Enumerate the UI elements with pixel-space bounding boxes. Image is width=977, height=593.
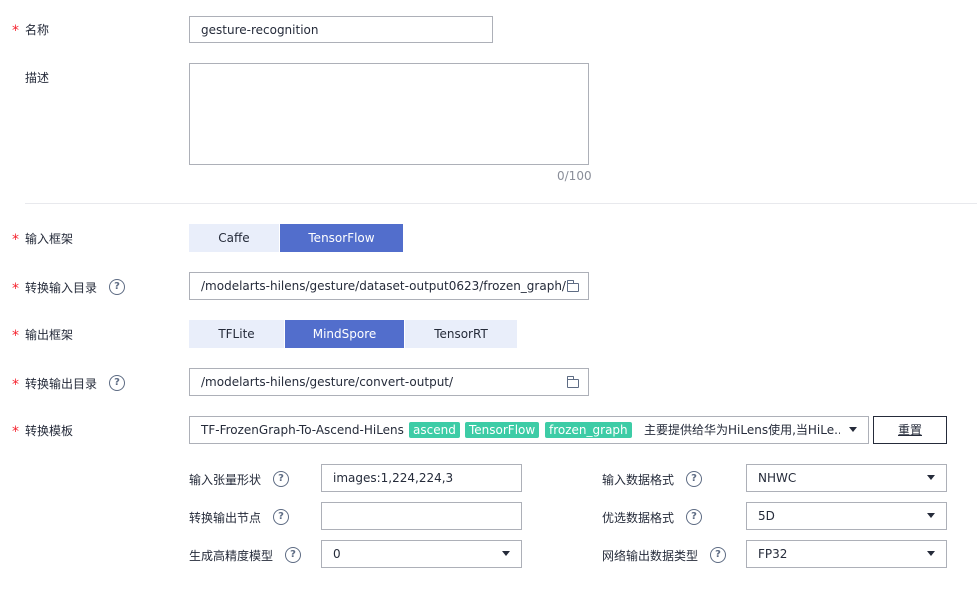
input-dir-field[interactable]: /modelarts-hilens/gesture/dataset-output… — [189, 272, 589, 300]
required-mark: * — [12, 232, 19, 248]
folder-icon[interactable] — [567, 280, 579, 292]
help-icon[interactable]: ? — [273, 509, 289, 525]
chevron-down-icon[interactable] — [502, 551, 510, 556]
input-framework-option-tensorflow[interactable]: TensorFlow — [280, 224, 403, 252]
template-label: 转换模板 — [25, 424, 74, 438]
high-precision-label: 生成高精度模型 — [189, 549, 274, 563]
help-icon[interactable]: ? — [686, 509, 702, 525]
reset-button-label: 重置 — [897, 423, 922, 437]
help-icon[interactable]: ? — [109, 279, 125, 295]
output-dir-field[interactable]: /modelarts-hilens/gesture/convert-output… — [189, 368, 589, 396]
template-description: 主要提供给华为HiLens使用,当HiLe... — [644, 423, 840, 437]
chevron-down-icon[interactable] — [927, 513, 935, 518]
section-divider — [25, 203, 977, 204]
input-format-label: 输入数据格式 — [602, 473, 675, 487]
input-framework-option-caffe[interactable]: Caffe — [189, 224, 279, 252]
reset-button[interactable]: 重置 — [873, 416, 947, 444]
output-framework-option-tensorrt[interactable]: TensorRT — [405, 320, 517, 348]
help-icon[interactable]: ? — [273, 471, 289, 487]
name-label: 名称 — [25, 23, 50, 37]
input-dir-label: 转换输入目录 — [25, 281, 98, 295]
input-framework-label: 输入框架 — [25, 232, 74, 246]
template-tag-ascend: ascend — [409, 422, 460, 438]
chevron-down-icon[interactable] — [927, 475, 935, 480]
description-label: 描述 — [25, 71, 50, 85]
chevron-down-icon[interactable] — [927, 551, 935, 556]
input-format-select[interactable]: NHWC — [746, 464, 947, 492]
output-framework-label: 输出框架 — [25, 328, 74, 342]
chevron-down-icon[interactable] — [849, 427, 857, 432]
help-icon[interactable]: ? — [710, 547, 726, 563]
help-icon[interactable]: ? — [285, 547, 301, 563]
preferred-format-label: 优选数据格式 — [602, 511, 675, 525]
output-framework-option-mindspore[interactable]: MindSpore — [285, 320, 404, 348]
tensor-shape-label: 输入张量形状 — [189, 473, 262, 487]
net-output-type-select[interactable]: FP32 — [746, 540, 947, 568]
help-icon[interactable]: ? — [109, 375, 125, 391]
help-icon[interactable]: ? — [686, 471, 702, 487]
tensor-shape-input[interactable]: images:1,224,224,3 — [321, 464, 522, 492]
required-mark: * — [12, 328, 19, 344]
required-mark: * — [12, 281, 19, 297]
folder-icon[interactable] — [567, 376, 579, 388]
output-framework-option-tflite[interactable]: TFLite — [189, 320, 284, 348]
net-output-type-label: 网络输出数据类型 — [602, 549, 699, 563]
description-char-count: 0/100 — [557, 169, 592, 183]
required-mark: * — [12, 424, 19, 440]
name-input[interactable]: gesture-recognition — [189, 16, 493, 43]
template-tag-frozen-graph: frozen_graph — [545, 422, 632, 438]
output-node-input[interactable] — [321, 502, 522, 530]
template-tag-tensorflow: TensorFlow — [465, 422, 540, 438]
preferred-format-select[interactable]: 5D — [746, 502, 947, 530]
template-name: TF-FrozenGraph-To-Ascend-HiLens — [201, 423, 404, 437]
output-dir-label: 转换输出目录 — [25, 377, 98, 391]
high-precision-select[interactable]: 0 — [321, 540, 522, 568]
required-mark: * — [12, 377, 19, 393]
required-mark: * — [12, 23, 19, 39]
description-textarea[interactable] — [189, 63, 589, 165]
output-node-label: 转换输出节点 — [189, 511, 262, 525]
